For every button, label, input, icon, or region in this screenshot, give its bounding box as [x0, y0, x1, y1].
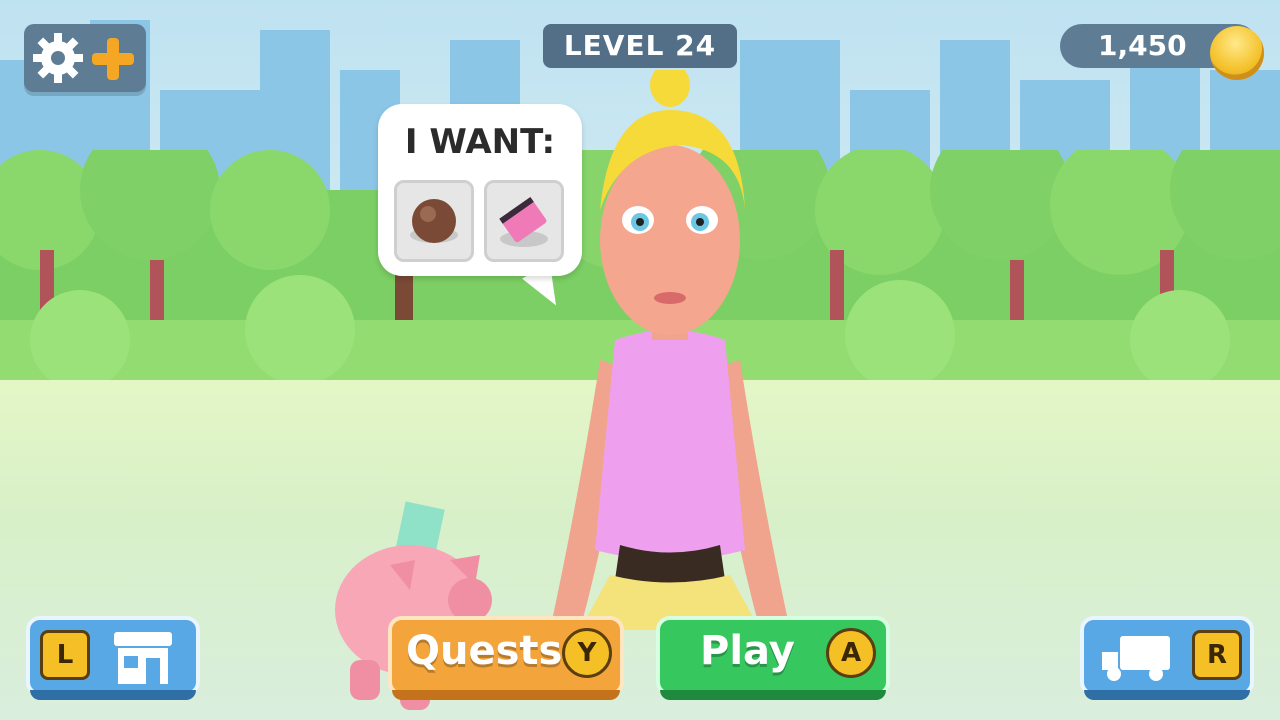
shop-icon [114, 632, 172, 684]
order-item-slot [484, 180, 564, 262]
delivery-truck-button[interactable]: R [1080, 616, 1254, 700]
play-label: Play [700, 628, 795, 674]
gear-icon [33, 33, 83, 83]
game-scene [0, 0, 1280, 720]
brown-ball-icon [410, 199, 458, 243]
settings-add-button[interactable] [24, 24, 146, 92]
play-button[interactable]: Play A [656, 616, 890, 700]
coin-count: 1,450 [1098, 29, 1187, 62]
a-key-badge: A [826, 628, 876, 678]
level-indicator: LEVEL 24 [543, 24, 737, 68]
quests-button[interactable]: Quests Y [388, 616, 624, 700]
l-key-badge: L [40, 630, 90, 680]
y-key-badge: Y [562, 628, 612, 678]
truck-icon [1102, 636, 1170, 681]
quests-label: Quests [406, 628, 563, 674]
order-speech-bubble: I WANT: [378, 104, 582, 276]
coin-counter: 1,450 [1060, 17, 1273, 89]
order-item-slot [394, 180, 474, 262]
pink-notebook-icon [499, 196, 548, 247]
r-key-badge: R [1192, 630, 1242, 680]
plus-icon [92, 38, 134, 80]
order-title: I WANT: [404, 122, 556, 162]
shop-button[interactable]: L [26, 616, 200, 700]
